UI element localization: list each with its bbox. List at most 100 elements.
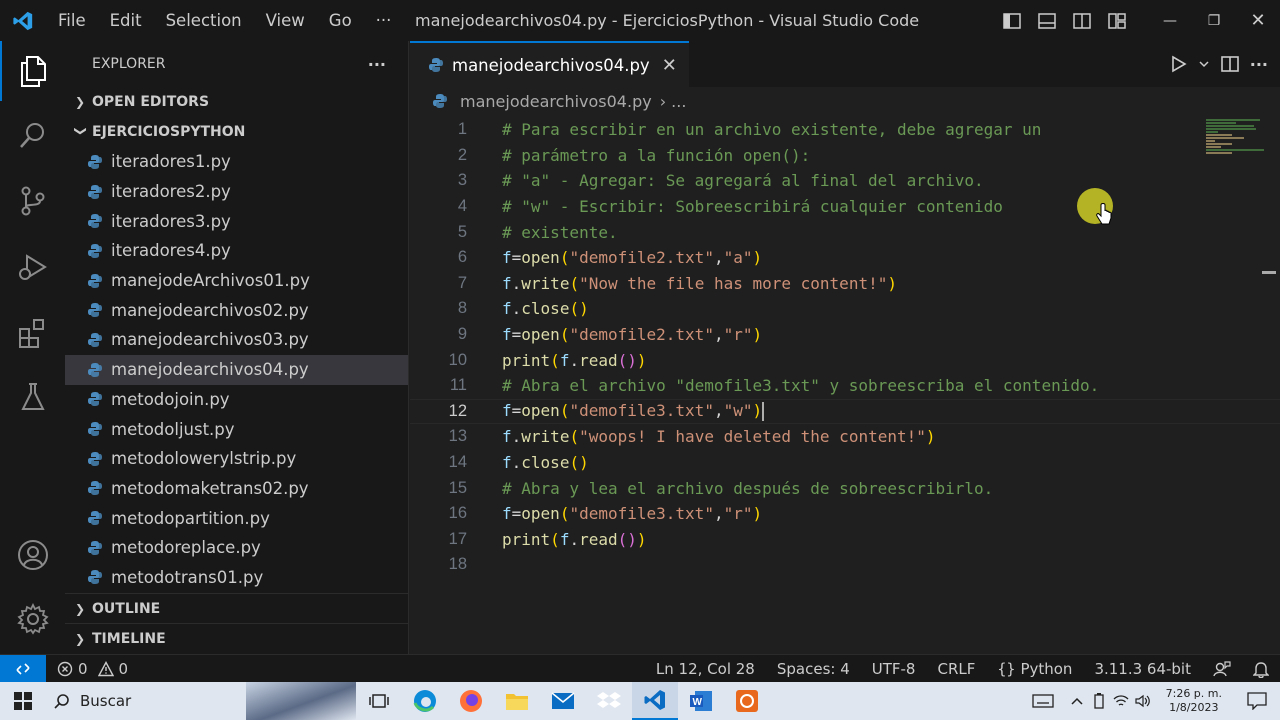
problems-indicator[interactable]: 0 0 <box>46 660 139 678</box>
notification-center-icon[interactable] <box>1234 682 1280 720</box>
keyboard-icon[interactable] <box>1020 682 1066 720</box>
feedback-icon[interactable] <box>1202 660 1242 678</box>
editor-tab[interactable]: manejodearchivos04.py ✕ <box>410 41 689 87</box>
customize-layout-icon[interactable] <box>1099 0 1134 41</box>
code-line[interactable]: 6 f=open("demofile2.txt","a") <box>410 245 1280 271</box>
testing-icon[interactable] <box>0 367 65 427</box>
code-line[interactable]: 1 # Para escribir en un archivo existente… <box>410 117 1280 143</box>
open-editors-section[interactable]: ❯ OPEN EDITORS <box>65 87 408 117</box>
remote-indicator-icon[interactable] <box>0 654 46 683</box>
indentation[interactable]: Spaces: 4 <box>766 660 861 678</box>
code-editor[interactable]: 1 # Para escribir en un archivo existente… <box>410 117 1280 578</box>
firefox-icon[interactable] <box>448 682 494 720</box>
split-editor-icon[interactable] <box>1220 54 1240 74</box>
file-item[interactable]: metodoreplace.py <box>65 533 408 563</box>
code-line[interactable]: 3 # "a" - Agregar: Se agregará al final d… <box>410 168 1280 194</box>
windows-start-icon[interactable] <box>0 682 46 720</box>
file-item[interactable]: metodomaketrans02.py <box>65 474 408 504</box>
cursor-position[interactable]: Ln 12, Col 28 <box>645 660 766 678</box>
file-item[interactable]: iteradores2.py <box>65 177 408 207</box>
taskbar-clock[interactable]: 7:26 p. m. 1/8/2023 <box>1154 687 1234 715</box>
outline-section[interactable]: ❯ OUTLINE <box>65 593 408 623</box>
close-window-icon[interactable]: ✕ <box>1236 0 1280 41</box>
code-line[interactable]: 5 # existente. <box>410 219 1280 245</box>
wifi-icon[interactable] <box>1110 682 1132 720</box>
breadcrumb-file[interactable]: manejodearchivos04.py <box>460 92 652 111</box>
chevron-up-icon[interactable] <box>1066 682 1088 720</box>
python-file-icon <box>429 58 443 72</box>
extensions-icon[interactable] <box>0 303 65 363</box>
file-item[interactable]: metodotrans01.py <box>65 563 408 593</box>
code-line[interactable]: 4 # "w" - Escribir: Sobreescribirá cualqu… <box>410 194 1280 220</box>
encoding[interactable]: UTF-8 <box>861 660 927 678</box>
search-icon[interactable] <box>0 105 65 165</box>
taskbar-search[interactable]: Buscar <box>46 682 246 720</box>
code-line[interactable]: 18 <box>410 552 1280 578</box>
app-orange-icon[interactable] <box>724 682 770 720</box>
menu-view[interactable]: View <box>254 11 317 30</box>
breadcrumb-more[interactable]: › ... <box>660 92 687 111</box>
more-actions-icon[interactable]: ··· <box>1250 55 1268 74</box>
edge-browser-icon[interactable] <box>402 682 448 720</box>
mail-icon[interactable] <box>540 682 586 720</box>
code-line[interactable]: 16 f=open("demofile3.txt","r") <box>410 501 1280 527</box>
python-interpreter[interactable]: 3.11.3 64-bit <box>1083 660 1202 678</box>
code-line[interactable]: 7 f.write("Now the file has more content!… <box>410 271 1280 297</box>
code-line[interactable]: 15 # Abra y lea el archivo después de sob… <box>410 475 1280 501</box>
code-line[interactable]: 2 # parámetro a la función open(): <box>410 143 1280 169</box>
run-and-debug-icon[interactable] <box>0 237 65 297</box>
file-item[interactable]: metodopartition.py <box>65 503 408 533</box>
manage-gear-icon[interactable] <box>0 589 65 649</box>
vscode-taskbar-icon[interactable] <box>632 682 678 720</box>
toggle-primary-sidebar-icon[interactable] <box>994 0 1029 41</box>
file-item[interactable]: metodolowerylstrip.py <box>65 444 408 474</box>
minimap[interactable] <box>1206 117 1266 157</box>
explorer-icon[interactable] <box>0 41 65 101</box>
code-line[interactable]: 14 f.close() <box>410 450 1280 476</box>
file-item[interactable]: manejodearchivos03.py <box>65 325 408 355</box>
minimize-icon[interactable]: — <box>1148 0 1192 41</box>
run-file-icon[interactable] <box>1168 54 1188 74</box>
file-item[interactable]: iteradores3.py <box>65 206 408 236</box>
file-item[interactable]: iteradores4.py <box>65 236 408 266</box>
code-text: # "a" - Agregar: Se agregará al final de… <box>502 171 984 191</box>
code-line[interactable]: 17 print(f.read()) <box>410 527 1280 553</box>
end-of-line[interactable]: CRLF <box>926 660 986 678</box>
menu-selection[interactable]: Selection <box>154 11 254 30</box>
accounts-icon[interactable] <box>0 525 65 585</box>
volume-icon[interactable] <box>1132 682 1154 720</box>
code-line[interactable]: 10 print(f.read()) <box>410 347 1280 373</box>
notifications-bell-icon[interactable] <box>1242 660 1280 678</box>
explorer-more-actions[interactable]: ··· <box>368 55 386 74</box>
menu-go[interactable]: Go <box>317 11 364 30</box>
language-mode[interactable]: {} Python <box>986 660 1083 678</box>
file-item[interactable]: iteradores1.py <box>65 147 408 177</box>
file-item[interactable]: metodoljust.py <box>65 414 408 444</box>
timeline-section[interactable]: ❯ TIMELINE <box>65 623 408 653</box>
code-line[interactable]: 8 f.close() <box>410 296 1280 322</box>
scrollbar-marker[interactable] <box>1262 271 1276 274</box>
code-line[interactable]: 11 # Abra el archivo "demofile3.txt" y so… <box>410 373 1280 399</box>
toggle-panel-icon[interactable] <box>1029 0 1064 41</box>
file-item[interactable]: manejodeArchivos01.py <box>65 266 408 296</box>
file-item[interactable]: manejodearchivos02.py <box>65 295 408 325</box>
chevron-down-icon[interactable] <box>1198 54 1210 74</box>
code-line[interactable]: 13 f.write("woops! I have deleted the con… <box>410 424 1280 450</box>
dropbox-icon[interactable] <box>586 682 632 720</box>
code-line[interactable]: 12 f=open("demofile3.txt","w") <box>410 398 1280 425</box>
task-view-icon[interactable] <box>356 682 402 720</box>
battery-icon[interactable] <box>1088 682 1110 720</box>
folder-section[interactable]: ❯ EJERCICIOSPYTHON <box>65 117 408 147</box>
file-explorer-icon[interactable] <box>494 682 540 720</box>
restore-icon[interactable]: ❐ <box>1192 0 1236 41</box>
source-control-icon[interactable] <box>0 171 65 231</box>
close-tab-icon[interactable]: ✕ <box>662 55 677 76</box>
toggle-secondary-sidebar-icon[interactable] <box>1064 0 1099 41</box>
file-item[interactable]: manejodearchivos04.py <box>65 354 408 385</box>
word-icon[interactable]: W <box>678 682 724 720</box>
menu-more[interactable]: ··· <box>364 11 404 30</box>
menu-edit[interactable]: Edit <box>98 11 154 30</box>
menu-file[interactable]: File <box>46 11 98 30</box>
code-line[interactable]: 9 f=open("demofile2.txt","r") <box>410 322 1280 348</box>
file-item[interactable]: metodojoin.py <box>65 385 408 415</box>
